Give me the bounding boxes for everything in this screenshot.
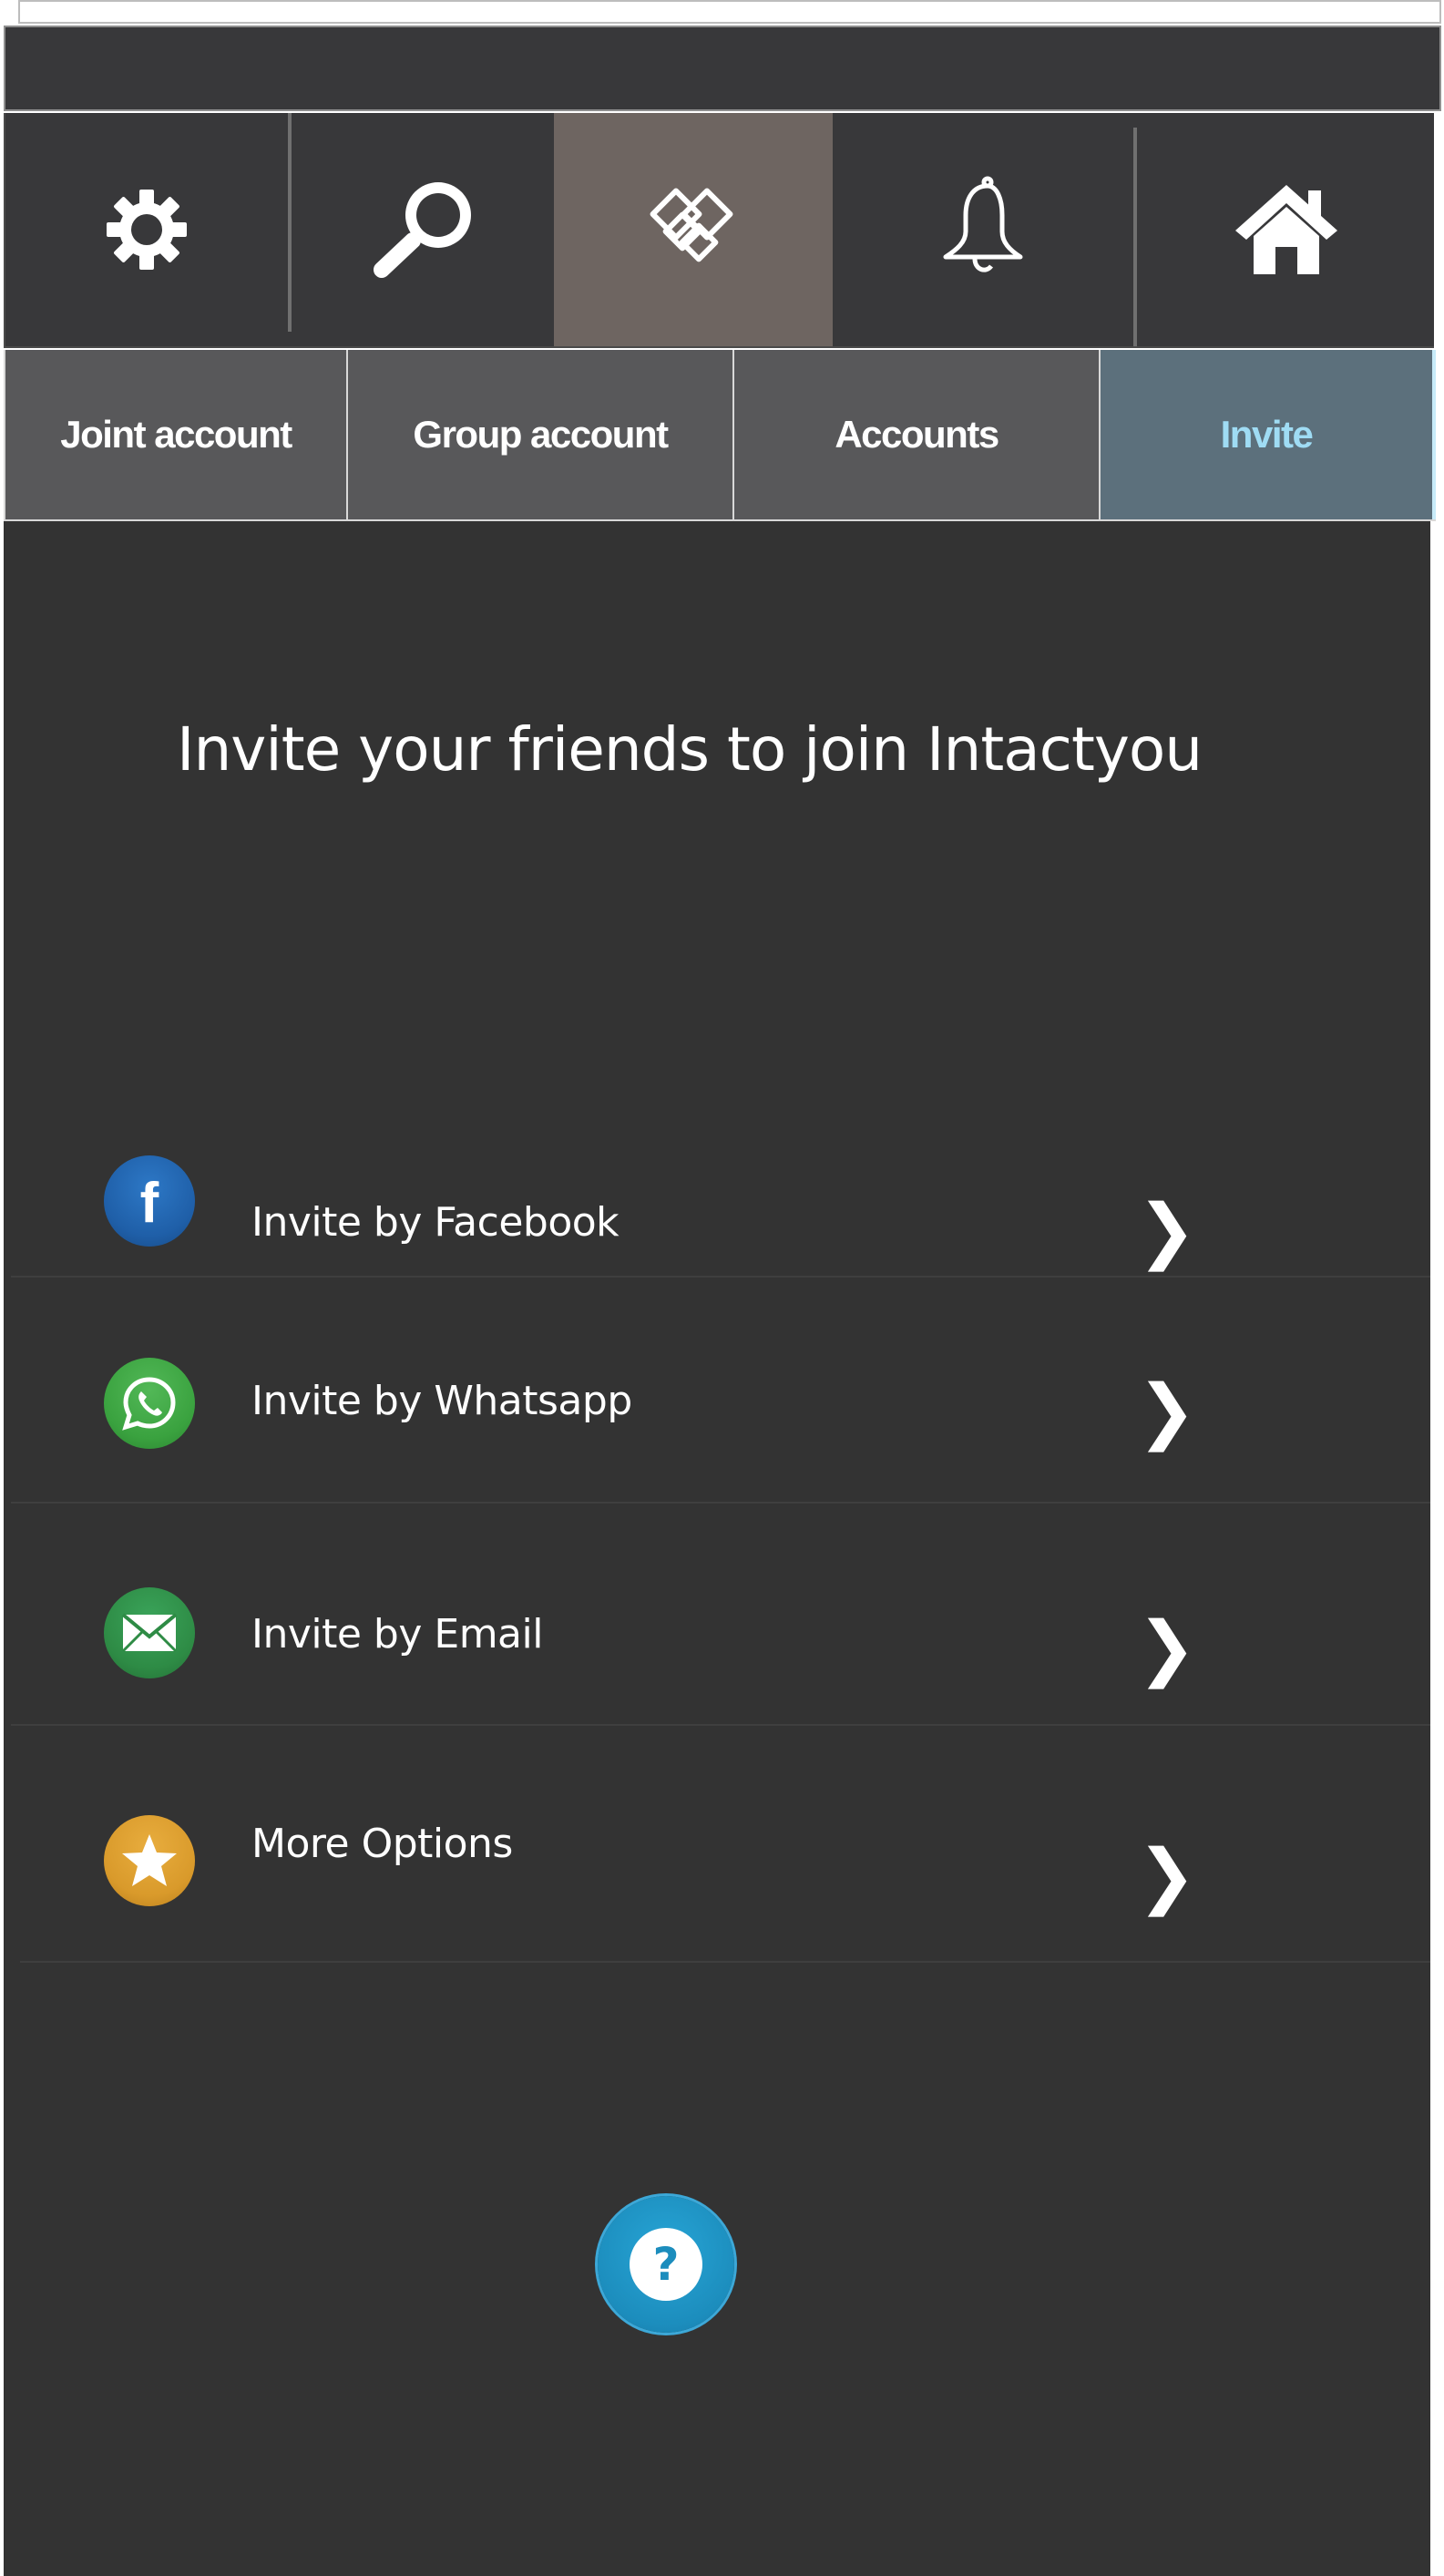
question-icon: ?: [630, 2228, 702, 2301]
tab-accounts[interactable]: Accounts: [734, 350, 1101, 519]
tab-joint-account[interactable]: Joint account: [5, 350, 348, 519]
gear-icon: [107, 190, 187, 270]
chevron-right-icon: ❯: [1137, 1370, 1197, 1452]
help-button[interactable]: ?: [598, 2196, 734, 2333]
chevron-right-icon: ❯: [1137, 1190, 1197, 1272]
invite-panel: Invite your friends to join Intactyou f …: [4, 521, 1430, 2576]
notifications-button[interactable]: [833, 113, 1133, 346]
invite-email-row[interactable]: Invite by Email ❯: [11, 1504, 1430, 1726]
facebook-icon: f: [104, 1155, 195, 1247]
email-icon: [104, 1587, 195, 1678]
bell-icon: [943, 176, 1023, 272]
home-button[interactable]: [1137, 113, 1436, 346]
handshake-icon: [650, 188, 733, 262]
title-bar: [4, 26, 1441, 111]
top-frame-outline: [18, 0, 1441, 24]
more-options-row[interactable]: More Options ❯: [20, 1726, 1430, 1963]
account-tabs: Joint account Group account Accounts Inv…: [4, 350, 1436, 521]
tab-group-account[interactable]: Group account: [348, 350, 734, 519]
invite-whatsapp-label: Invite by Whatsapp: [251, 1378, 632, 1424]
settings-button[interactable]: [5, 113, 288, 346]
tab-invite[interactable]: Invite: [1101, 350, 1436, 519]
invite-email-label: Invite by Email: [251, 1611, 543, 1657]
search-button[interactable]: [292, 113, 554, 346]
whatsapp-icon: [104, 1358, 195, 1449]
icon-toolbar: [4, 113, 1434, 348]
home-icon: [1235, 185, 1337, 274]
search-icon: [374, 182, 471, 278]
chevron-right-icon: ❯: [1137, 1607, 1197, 1689]
invite-facebook-row[interactable]: f Invite by Facebook ❯: [11, 1141, 1430, 1278]
more-options-label: More Options: [251, 1821, 513, 1867]
invite-handshake-button[interactable]: [554, 113, 833, 346]
invite-whatsapp-row[interactable]: Invite by Whatsapp ❯: [11, 1278, 1430, 1504]
chevron-right-icon: ❯: [1137, 1835, 1197, 1917]
page-title: Invite your friends to join Intactyou: [177, 714, 1203, 785]
invite-facebook-label: Invite by Facebook: [251, 1199, 620, 1246]
star-icon: [104, 1815, 195, 1906]
